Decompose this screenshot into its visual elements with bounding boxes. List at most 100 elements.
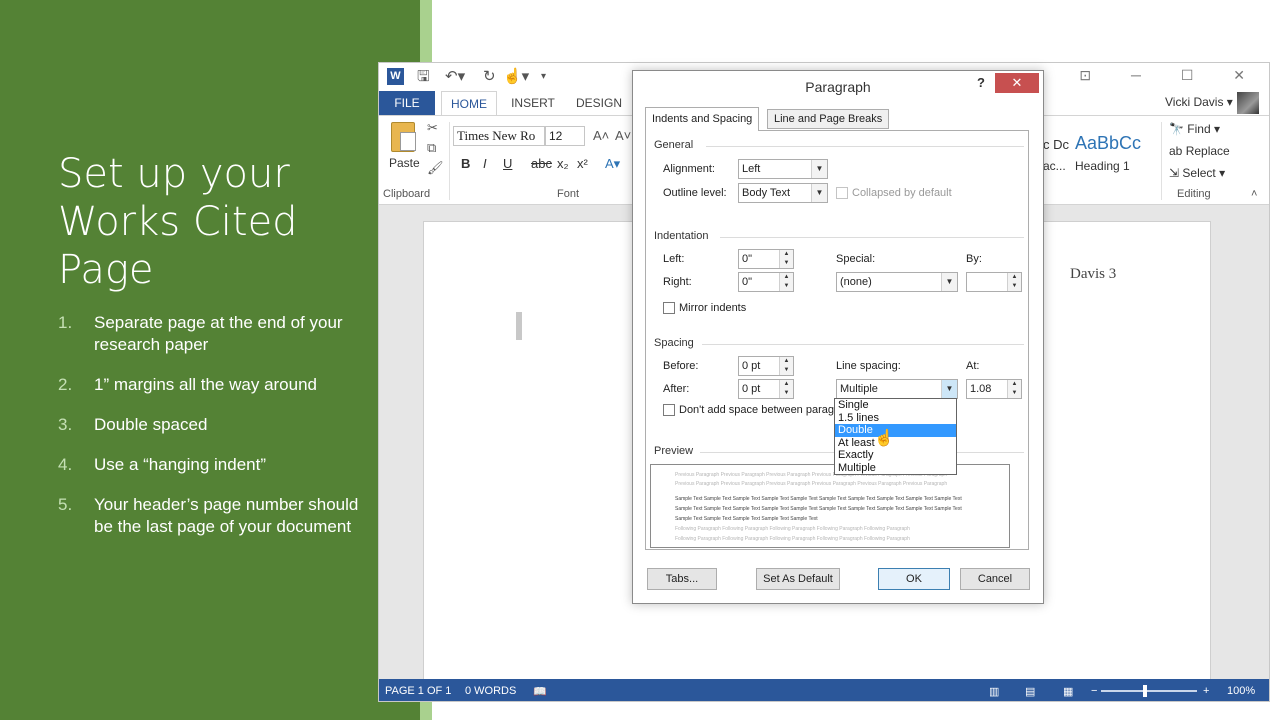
option-single[interactable]: Single [835, 399, 956, 412]
spinner-icon[interactable]: ▲ ▼ [779, 357, 793, 375]
general-heading: General [654, 139, 694, 151]
print-layout-icon[interactable]: ▤ [1025, 685, 1035, 698]
tabs-button[interactable]: Tabs... [647, 568, 717, 590]
subscript-icon[interactable]: x₂ [557, 156, 569, 171]
spacing-after-label: After: [663, 383, 690, 395]
option-double[interactable]: Double [835, 424, 956, 437]
spinner-icon[interactable]: ▲ ▼ [779, 250, 793, 268]
set-as-default-button[interactable]: Set As Default [756, 568, 840, 590]
special-label: Special: [836, 253, 876, 265]
tab-insert[interactable]: INSERT [505, 91, 561, 115]
zoom-slider-thumb[interactable] [1143, 685, 1147, 697]
avatar[interactable] [1237, 92, 1259, 114]
chevron-down-icon: ▼ [811, 160, 827, 178]
italic-button[interactable]: I [483, 156, 487, 171]
option-exactly[interactable]: Exactly [835, 449, 956, 462]
web-layout-icon[interactable]: ▦ [1063, 685, 1073, 698]
list-item-text: Use a “hanging indent” [94, 455, 267, 474]
special-select[interactable]: (none) ▼ [836, 272, 958, 292]
ok-button[interactable]: OK [878, 568, 950, 590]
chevron-down-icon: ▼ [811, 184, 827, 202]
account-name[interactable]: Vicki Davis ▾ [1165, 95, 1233, 109]
save-icon[interactable]: 🖫 [417, 68, 430, 86]
option-1-5-lines[interactable]: 1.5 lines [835, 412, 956, 425]
word-logo-icon: W [387, 68, 404, 85]
font-name-combo[interactable]: Times New Ro [453, 126, 545, 146]
window-controls[interactable]: ? ⊡ ─ ☐ ✕ [1032, 67, 1263, 84]
option-at-least[interactable]: At least [835, 437, 956, 450]
tab-indents-and-spacing[interactable]: Indents and Spacing [645, 107, 760, 131]
option-multiple[interactable]: Multiple [835, 462, 956, 475]
spacing-before-input[interactable]: 0 pt ▲ ▼ [738, 356, 794, 376]
outline-level-select[interactable]: Body Text ▼ [738, 183, 828, 203]
status-bar: PAGE 1 OF 1 0 WORDS 📖 ▥ ▤ ▦ − + 100% [379, 679, 1269, 701]
list-item-text: 1” margins all the way around [94, 375, 318, 394]
at-label: At: [966, 360, 980, 372]
close-icon[interactable]: ✕ [995, 73, 1039, 93]
format-painter-icon[interactable]: 🖌 [427, 160, 444, 176]
word-count[interactable]: 0 WORDS [465, 685, 516, 697]
strikethrough-icon[interactable]: abc [531, 156, 552, 171]
select-icon: ⇲ [1169, 166, 1183, 180]
outline-level-label: Outline level: [663, 187, 727, 199]
font-size-combo[interactable]: 12 [545, 126, 585, 146]
chevron-down-icon: ▼ [941, 273, 957, 291]
zoom-slider[interactable] [1101, 685, 1197, 697]
styles-gallery[interactable]: c Dc ac... AaBbCc Heading 1 [1041, 115, 1151, 175]
at-input[interactable]: 1.08 ▲ ▼ [966, 379, 1022, 399]
redo-icon[interactable]: ↻ [483, 68, 496, 86]
proofing-icon[interactable]: 📖 [533, 685, 547, 698]
touch-mode-icon[interactable]: ☝▾ [503, 68, 529, 86]
collapse-ribbon-icon[interactable]: ˄ [1251, 188, 1257, 200]
left-indent-input[interactable]: 0" ▲ ▼ [738, 249, 794, 269]
spinner-icon[interactable]: ▲ ▼ [779, 273, 793, 291]
right-indent-input[interactable]: 0" ▲ ▼ [738, 272, 794, 292]
tab-line-and-page-breaks[interactable]: Line and Page Breaks [767, 109, 890, 129]
spinner-icon[interactable]: ▲ ▼ [779, 380, 793, 398]
bold-button[interactable]: B [461, 156, 470, 171]
zoom-in-icon[interactable]: + [1203, 685, 1209, 697]
page-count[interactable]: PAGE 1 OF 1 [385, 685, 451, 697]
grow-font-icon[interactable]: A˄ [593, 128, 609, 143]
clipboard-group-label: Clipboard [383, 188, 431, 200]
paste-button[interactable]: Paste [389, 156, 420, 170]
alignment-select[interactable]: Left ▼ [738, 159, 828, 179]
list-item: 5. Your header’s page number should be th… [58, 495, 359, 536]
select-button[interactable]: ⇲ Select ▾ [1169, 166, 1225, 180]
zoom-level[interactable]: 100% [1227, 685, 1255, 697]
copy-icon[interactable]: ⧉ [427, 140, 436, 156]
cut-icon[interactable]: ✂ [427, 120, 438, 136]
underline-button[interactable]: U [503, 156, 512, 171]
replace-button[interactable]: ab Replace [1169, 144, 1230, 158]
mouse-pointer-icon: ☝ [874, 430, 894, 447]
chevron-down-icon: ▼ [941, 380, 957, 398]
undo-icon[interactable]: ↶▾ [445, 68, 465, 86]
help-icon[interactable]: ? [977, 75, 985, 90]
paragraph-preview: Previous Paragraph Previous Paragraph Pr… [650, 464, 1010, 548]
superscript-icon[interactable]: x² [577, 156, 588, 171]
font-group-label: Font [557, 188, 580, 200]
left-indent-label: Left: [663, 253, 685, 265]
collapsed-by-default-checkbox[interactable] [836, 187, 848, 199]
line-spacing-select[interactable]: Multiple ▼ [836, 379, 958, 399]
zoom-out-icon[interactable]: − [1091, 685, 1097, 697]
paste-icon[interactable] [391, 122, 416, 152]
find-button[interactable]: 🔭 Find ▾ [1169, 122, 1220, 136]
tab-file[interactable]: FILE [379, 91, 435, 115]
text-effects-icon[interactable]: A▾ [605, 156, 620, 172]
spacing-heading: Spacing [654, 337, 694, 349]
spinner-icon[interactable]: ▲ ▼ [1007, 273, 1021, 291]
customize-qat-icon[interactable]: ▾ [541, 68, 546, 86]
spinner-icon[interactable]: ▲ ▼ [1007, 380, 1021, 398]
read-mode-icon[interactable]: ▥ [989, 685, 999, 698]
tab-home[interactable]: HOME [441, 91, 497, 115]
dont-add-space-checkbox[interactable] [663, 404, 675, 416]
replace-icon: ab [1169, 144, 1186, 158]
spacing-before-label: Before: [663, 360, 699, 372]
mirror-indents-checkbox[interactable] [663, 302, 675, 314]
spacing-after-input[interactable]: 0 pt ▲ ▼ [738, 379, 794, 399]
shrink-font-icon[interactable]: A˅ [615, 128, 631, 143]
by-input[interactable]: ▲ ▼ [966, 272, 1022, 292]
cancel-button[interactable]: Cancel [960, 568, 1030, 590]
tab-design[interactable]: DESIGN [571, 91, 627, 115]
